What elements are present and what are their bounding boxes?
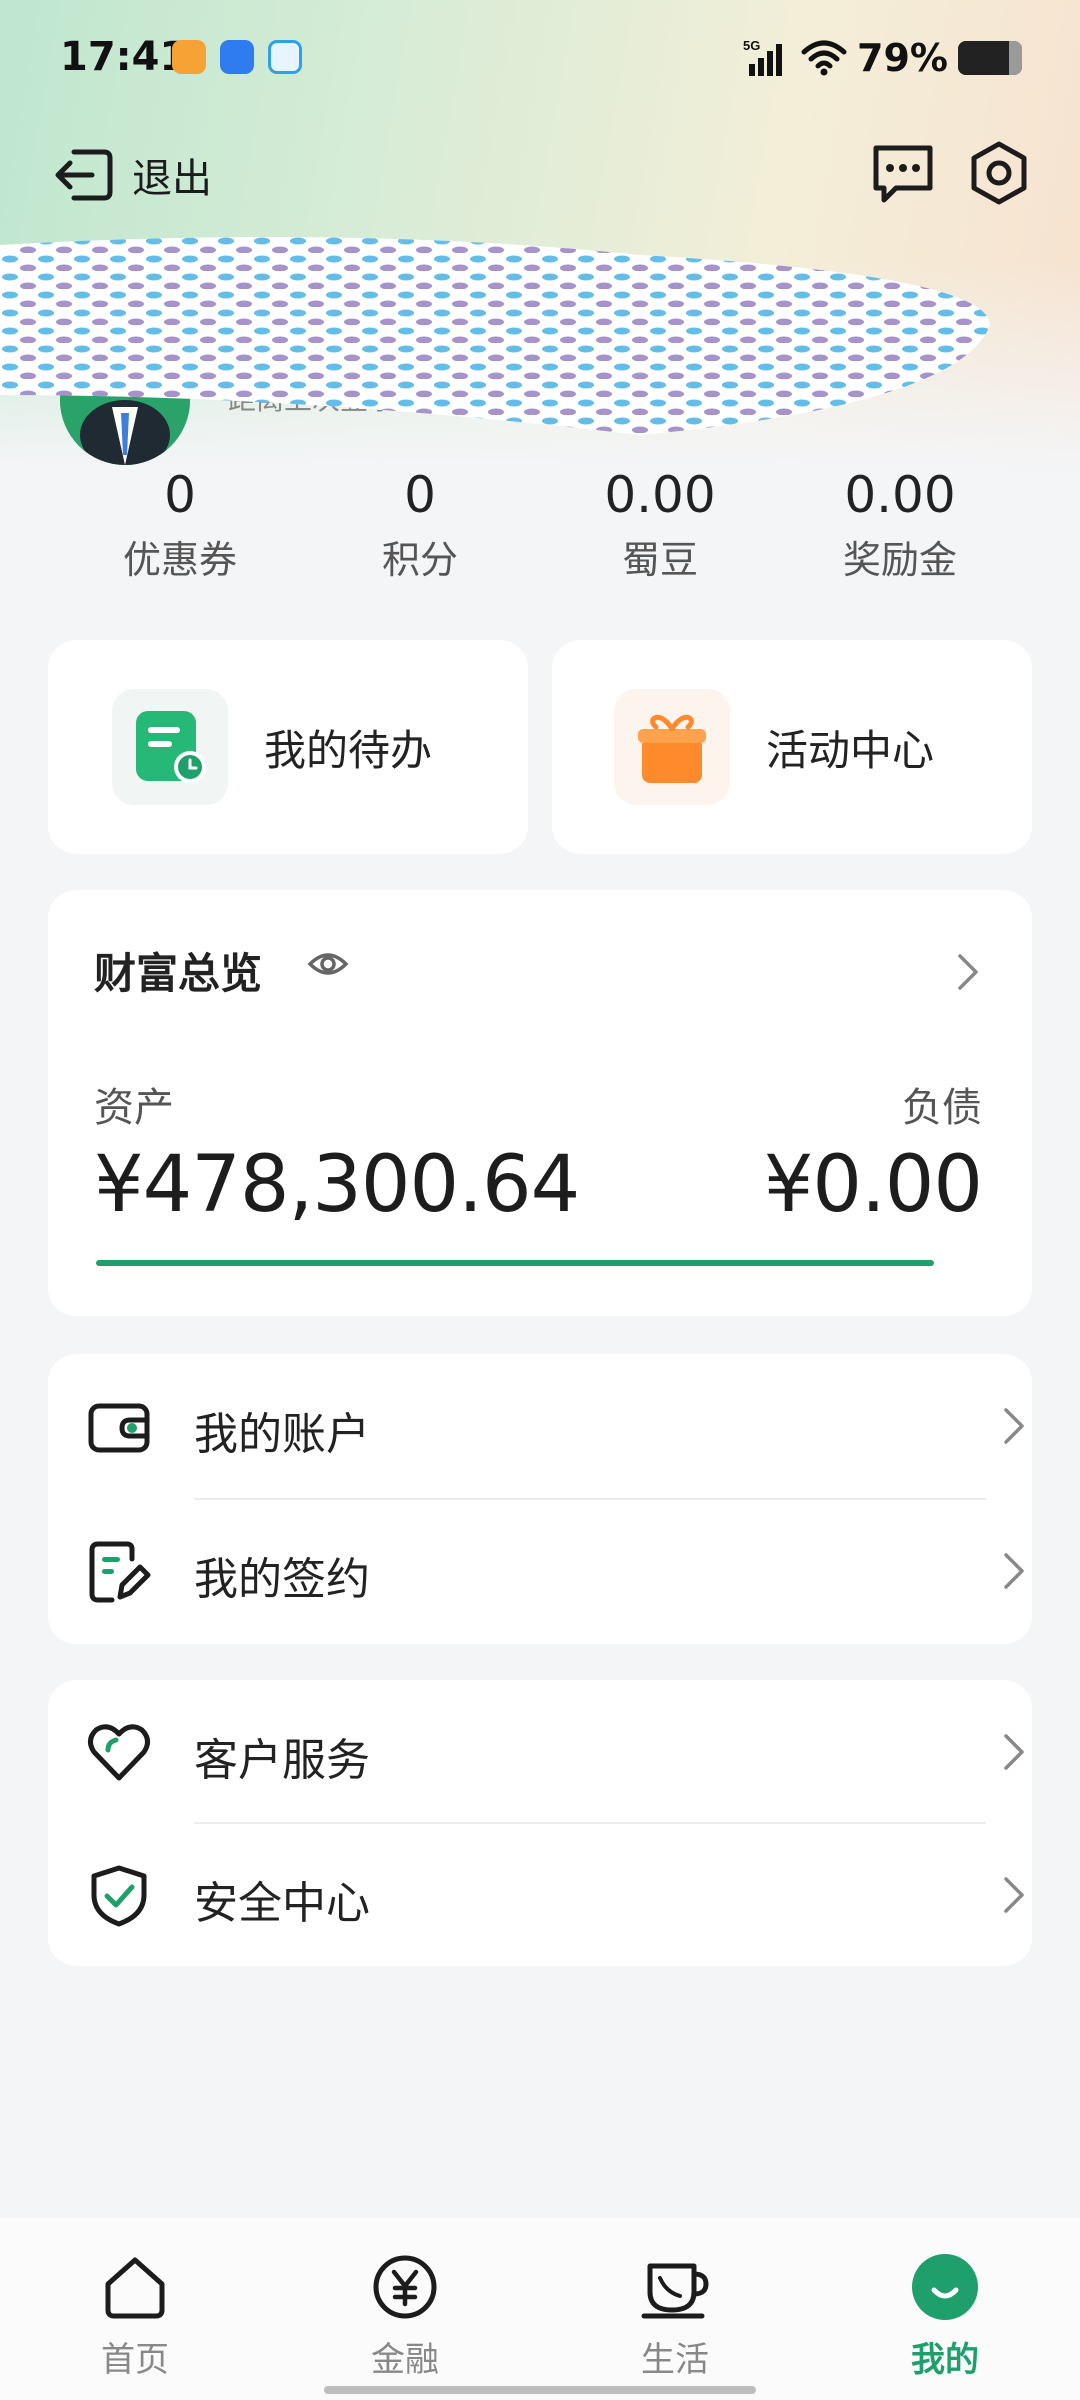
- chevron-right-icon: [1004, 1408, 1024, 1444]
- menu-label: 我的签约: [194, 1554, 370, 1605]
- wealth-overview-card[interactable]: 财富总览 资产 负债 ¥478,300.64 ¥0.00: [48, 890, 1032, 1316]
- stat-value: 0.00: [604, 466, 716, 524]
- stat-label: 积分: [381, 538, 458, 582]
- eye-icon[interactable]: [306, 942, 350, 986]
- gift-icon: [638, 714, 706, 783]
- tab-label: 金融: [371, 2340, 439, 2380]
- stat-points[interactable]: 0 积分: [300, 460, 540, 600]
- menu-item-customer-service[interactable]: 客户服务: [48, 1680, 1080, 1825]
- tab-label: 生活: [641, 2340, 709, 2380]
- home-indicator[interactable]: [324, 2386, 756, 2394]
- svg-text:5G: 5G: [743, 38, 760, 53]
- top-header: 退出: [0, 130, 1080, 230]
- notification-app-icon: [268, 40, 302, 74]
- logout-button[interactable]: 退出: [52, 144, 212, 206]
- bottom-nav: 首页 金融 生活 我的: [0, 2218, 1080, 2400]
- menu-label: 客户服务: [194, 1735, 370, 1786]
- profile-section: 距离上次登录: [0, 235, 1080, 465]
- menu-item-my-contract[interactable]: 我的签约: [48, 1499, 1080, 1644]
- chevron-right-icon: [1004, 1877, 1024, 1913]
- tab-label: 我的: [911, 2340, 979, 2380]
- battery-icon: [958, 41, 1022, 75]
- asset-value: ¥478,300.64: [94, 1140, 580, 1230]
- chevron-right-icon: [1004, 1553, 1024, 1589]
- todo-label: 我的待办: [264, 725, 433, 775]
- stat-label: 优惠券: [122, 538, 237, 582]
- notification-app-icon: [172, 40, 206, 74]
- stat-label: 奖励金: [842, 538, 957, 582]
- stat-label: 蜀豆: [621, 538, 698, 582]
- status-bar: 17:41 5G 79%: [0, 0, 1080, 120]
- todo-card[interactable]: 我的待办: [48, 640, 528, 854]
- stat-value: 0: [404, 466, 436, 524]
- service-menu-card: 客户服务 安全中心: [48, 1680, 1032, 1966]
- heart-service-icon: [88, 1724, 150, 1781]
- logout-icon: [55, 149, 113, 201]
- notification-app-icon: [220, 40, 254, 74]
- logout-label: 退出: [132, 156, 212, 202]
- tab-life[interactable]: 生活: [540, 2218, 810, 2400]
- contract-icon: [89, 1541, 151, 1603]
- menu-item-security-center[interactable]: 安全中心: [48, 1823, 1080, 1968]
- liability-value: ¥0.00: [763, 1140, 983, 1230]
- asset-ratio-bar: [96, 1260, 934, 1266]
- stats-row: 0 优惠券 0 积分 0.00 蜀豆 0.00 奖励金: [60, 460, 1020, 600]
- gift-icon-wrap: [614, 689, 730, 805]
- wifi-icon: [801, 40, 847, 76]
- status-time: 17:41: [60, 34, 188, 80]
- account-menu-card: 我的账户 我的签约: [48, 1354, 1032, 1644]
- todo-icon: [136, 711, 206, 783]
- tab-mine[interactable]: 我的: [810, 2218, 1080, 2400]
- stat-shudou[interactable]: 0.00 蜀豆: [540, 460, 780, 600]
- yuan-icon: [373, 2255, 437, 2319]
- chevron-right-icon: [1004, 1734, 1024, 1770]
- stat-coupons[interactable]: 0 优惠券: [60, 460, 300, 600]
- tab-label: 首页: [101, 2340, 169, 2380]
- shield-check-icon: [91, 1865, 147, 1927]
- activity-center-label: 活动中心: [766, 725, 935, 775]
- asset-label: 资产: [94, 1085, 174, 1131]
- redaction-scribble: [0, 237, 990, 435]
- cellular-signal-icon: 5G: [743, 38, 783, 76]
- battery-percent: 79%: [857, 36, 948, 80]
- liability-label: 负债: [902, 1085, 982, 1131]
- settings-icon[interactable]: [966, 140, 1032, 206]
- message-icon[interactable]: [870, 140, 936, 206]
- stat-value: 0: [164, 466, 196, 524]
- wallet-icon: [88, 1403, 150, 1453]
- home-icon: [105, 2257, 165, 2319]
- menu-item-my-account[interactable]: 我的账户: [48, 1354, 1080, 1499]
- status-indicators: 5G 79%: [743, 36, 1022, 80]
- menu-label: 我的账户: [194, 1409, 370, 1460]
- chevron-right-icon[interactable]: [956, 952, 980, 992]
- todo-icon-wrap: [112, 689, 228, 805]
- tab-finance[interactable]: 金融: [270, 2218, 540, 2400]
- tab-home[interactable]: 首页: [0, 2218, 270, 2400]
- menu-label: 安全中心: [194, 1878, 370, 1929]
- stat-value: 0.00: [844, 466, 956, 524]
- activity-center-card[interactable]: 活动中心: [552, 640, 1032, 854]
- wealth-title: 财富总览: [94, 949, 263, 998]
- stat-reward[interactable]: 0.00 奖励金: [780, 460, 1020, 600]
- cup-icon: [641, 2263, 709, 2319]
- smile-icon: [912, 2254, 978, 2320]
